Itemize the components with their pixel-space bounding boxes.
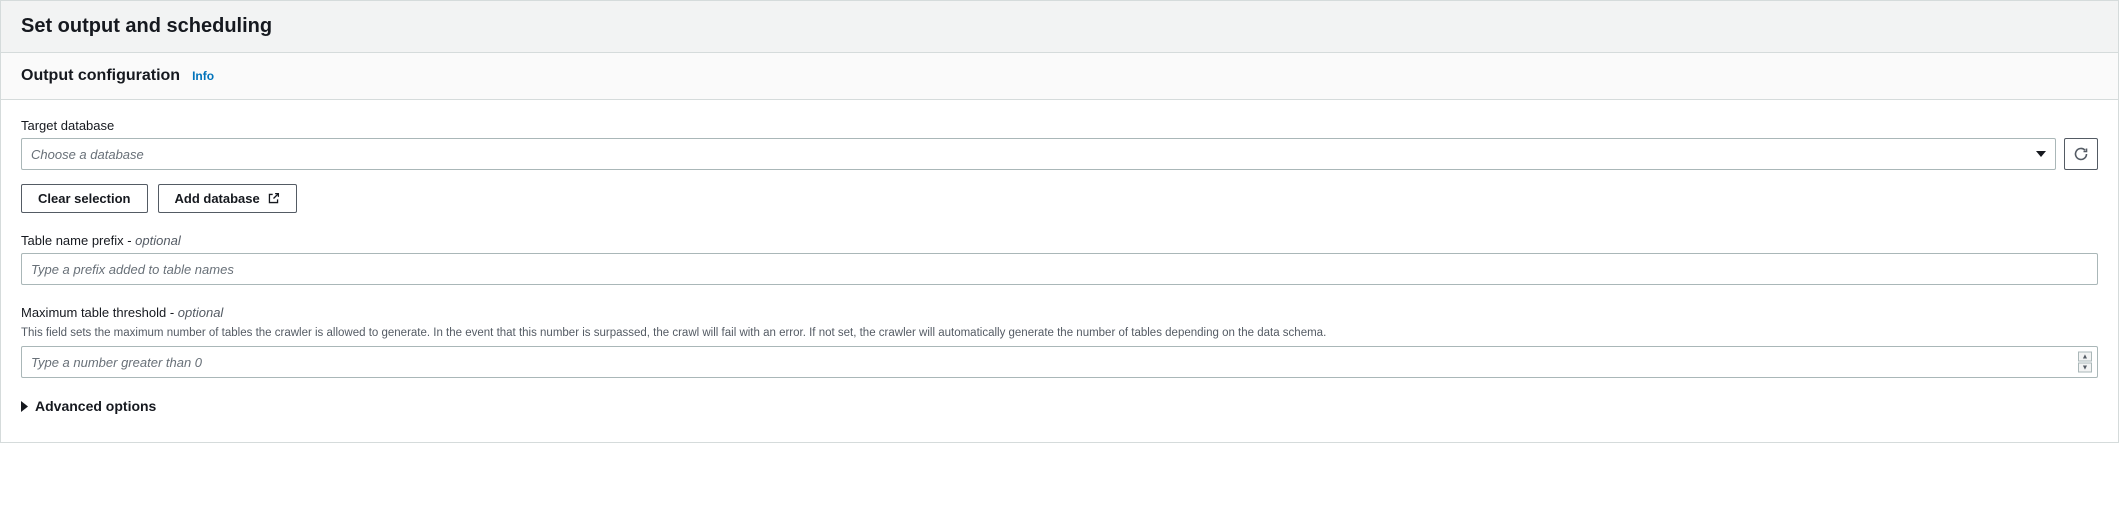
target-database-select[interactable]: Choose a database <box>21 138 2056 170</box>
advanced-options-toggle[interactable]: Advanced options <box>21 398 2098 414</box>
panel-body: Target database Choose a database <box>1 100 2118 442</box>
info-link[interactable]: Info <box>192 69 214 83</box>
max-threshold-input-wrap: ▲ ▼ <box>21 346 2098 378</box>
max-threshold-hint: This field sets the maximum number of ta… <box>21 325 2098 341</box>
refresh-button[interactable] <box>2064 138 2098 170</box>
page-title: Set output and scheduling <box>21 15 2098 38</box>
target-database-row: Choose a database <box>21 138 2098 170</box>
output-config-panel: Output configuration Info Target databas… <box>0 53 2119 443</box>
table-prefix-field: Table name prefix - optional <box>21 233 2098 285</box>
caret-right-icon <box>21 401 28 412</box>
external-link-icon <box>267 192 280 205</box>
target-database-buttons: Clear selection Add database <box>21 184 2098 213</box>
panel-header: Output configuration Info <box>1 53 2118 100</box>
target-database-select-wrap: Choose a database <box>21 138 2056 170</box>
number-spinner: ▲ ▼ <box>2078 352 2092 373</box>
max-threshold-field: Maximum table threshold - optional This … <box>21 305 2098 378</box>
add-database-label: Add database <box>175 191 260 206</box>
page-header: Set output and scheduling <box>0 0 2119 53</box>
max-threshold-input[interactable] <box>21 346 2098 378</box>
refresh-icon <box>2073 146 2089 162</box>
add-database-button[interactable]: Add database <box>158 184 297 213</box>
table-prefix-label: Table name prefix - optional <box>21 233 2098 248</box>
section-title: Output configuration <box>21 67 180 85</box>
spinner-up-button[interactable]: ▲ <box>2078 352 2092 362</box>
target-database-field: Target database Choose a database <box>21 118 2098 213</box>
target-database-label: Target database <box>21 118 2098 133</box>
spinner-down-button[interactable]: ▼ <box>2078 363 2092 373</box>
clear-selection-button[interactable]: Clear selection <box>21 184 148 213</box>
max-threshold-label: Maximum table threshold - optional <box>21 305 2098 320</box>
table-prefix-input[interactable] <box>21 253 2098 285</box>
clear-selection-label: Clear selection <box>38 191 131 206</box>
advanced-options-label: Advanced options <box>35 398 156 414</box>
